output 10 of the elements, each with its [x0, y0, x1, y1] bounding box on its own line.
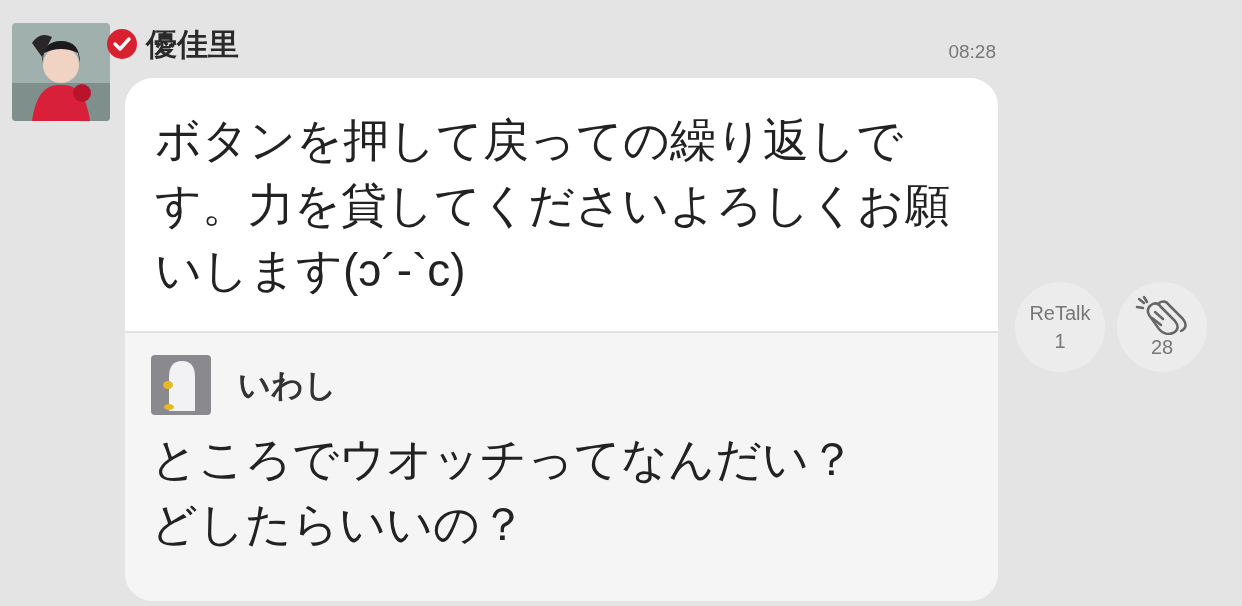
retalk-button[interactable]: ReTalk 1 [1015, 282, 1105, 372]
quoted-text-line: ところでウオッチってなんだい？ [151, 432, 856, 487]
message-text: ボタンを押して戻っての繰り返しです。力を貸してくださいよろしくお願いします(ɔ´-`c) [155, 113, 951, 298]
quoted-user-name: いわし [238, 369, 337, 401]
quoted-text-line: どしたらいいの？ [151, 497, 527, 552]
message-time: 08:28 [948, 41, 996, 61]
sender-name: 優佳里 [146, 28, 239, 60]
clap-button[interactable]: 28 [1117, 282, 1207, 372]
avatar-icon [151, 355, 211, 415]
clapping-hands-icon [1135, 295, 1189, 335]
